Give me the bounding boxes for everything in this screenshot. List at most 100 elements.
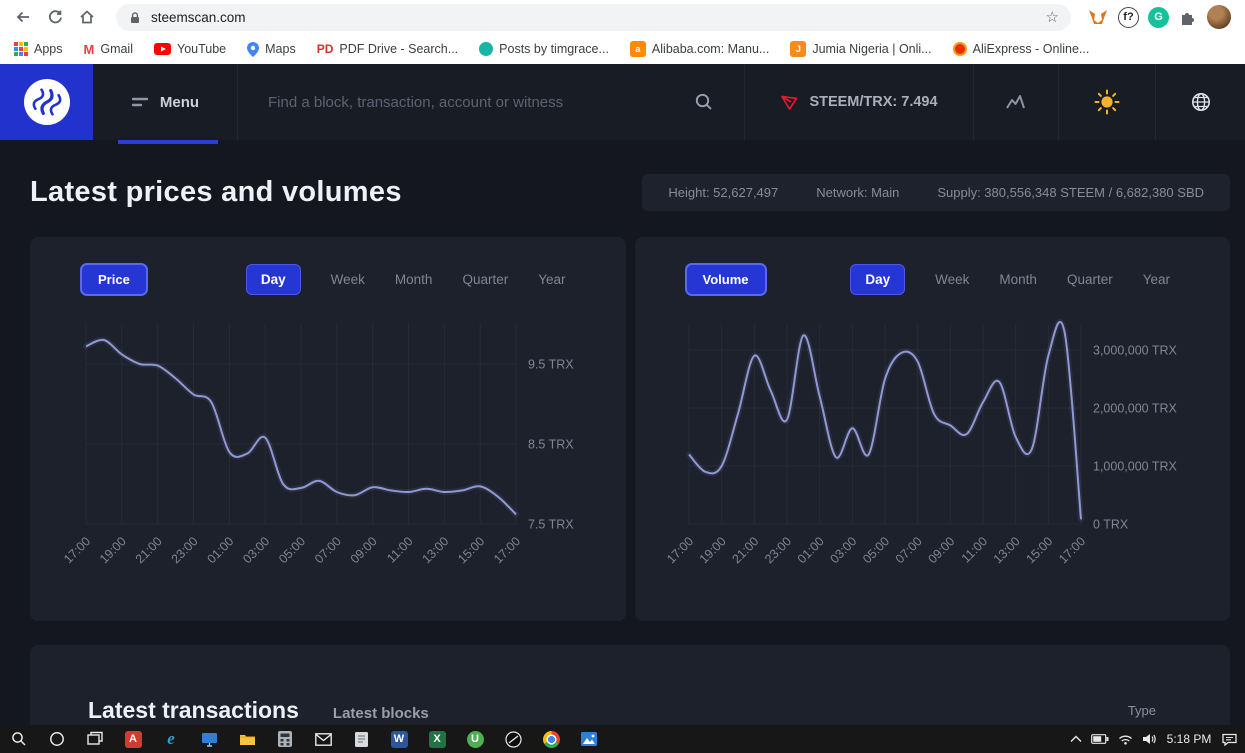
stat-network: Network: Main — [816, 185, 900, 200]
youtube-icon — [154, 43, 171, 55]
svg-text:9.5 TRX: 9.5 TRX — [528, 358, 574, 372]
f-extension-icon[interactable]: f? — [1118, 6, 1139, 28]
grammarly-icon[interactable]: G — [1148, 6, 1169, 28]
calculator-icon — [278, 731, 292, 747]
bookmark-alibaba[interactable]: a Alibaba.com: Manu... — [629, 41, 769, 57]
taskbar-app-display[interactable] — [190, 725, 228, 753]
volume-button[interactable]: Volume — [684, 263, 767, 296]
extension-area: f? G — [1087, 5, 1235, 29]
mail-icon — [314, 732, 332, 746]
teal-site-icon — [479, 42, 494, 56]
metamask-icon[interactable] — [1087, 7, 1109, 27]
stats-nav-button[interactable] — [973, 64, 1058, 140]
taskbar-app-excel[interactable]: X — [418, 725, 456, 753]
svg-text:0 TRX: 0 TRX — [1093, 518, 1129, 532]
bookmark-maps[interactable]: Maps — [247, 41, 296, 57]
ticker-value: STEEM/TRX: 7.494 — [809, 94, 938, 110]
bookmark-label: Maps — [265, 42, 296, 56]
home-icon[interactable] — [74, 4, 100, 30]
menu-button[interactable]: Menu — [93, 64, 237, 140]
action-center-icon[interactable] — [1222, 733, 1237, 746]
theme-toggle-button[interactable] — [1058, 64, 1155, 140]
svg-text:13:00: 13:00 — [990, 534, 1022, 566]
tray-expand-icon[interactable] — [1070, 735, 1082, 743]
search-area — [237, 64, 745, 140]
taskbar-app-file-explorer[interactable] — [228, 725, 266, 753]
page-header: Latest prices and volumes Height: 52,627… — [0, 140, 1245, 237]
bookmark-pdf-drive[interactable]: PD PDF Drive - Search... — [317, 42, 458, 56]
svg-text:03:00: 03:00 — [827, 534, 859, 566]
taskbar-app-obs[interactable] — [494, 725, 532, 753]
browser-toolbar: steemscan.com ☆ f? G — [0, 0, 1245, 34]
bookmark-star-icon[interactable]: ☆ — [1046, 8, 1059, 26]
network-icon[interactable] — [1118, 734, 1133, 745]
price-button[interactable]: Price — [80, 263, 148, 296]
search-icon — [12, 732, 26, 746]
chart-icon — [1006, 95, 1025, 109]
tab-week[interactable]: Week — [331, 272, 365, 287]
url-text[interactable]: steemscan.com — [151, 10, 1037, 25]
taskbar-app-utorrent[interactable]: U — [456, 725, 494, 753]
battery-icon[interactable] — [1091, 734, 1109, 744]
tab-quarter[interactable]: Quarter — [462, 272, 508, 287]
taskbar-app-calculator[interactable] — [266, 725, 304, 753]
tab-week[interactable]: Week — [935, 272, 969, 287]
taskbar-clock[interactable]: 5:18 PM — [1165, 732, 1213, 746]
svg-text:01:00: 01:00 — [794, 534, 826, 566]
bookmark-youtube[interactable]: YouTube — [154, 42, 226, 56]
bookmark-timgrace[interactable]: Posts by timgrace... — [479, 42, 609, 56]
type-column-header: Type — [1127, 703, 1156, 718]
bookmark-aliexpress[interactable]: AliExpress - Online... — [952, 42, 1089, 56]
taskbar-app-anydesk[interactable]: A — [114, 725, 152, 753]
profile-avatar[interactable] — [1207, 5, 1231, 29]
search-icon[interactable] — [694, 92, 714, 112]
page-title: Latest prices and volumes — [30, 176, 402, 208]
windows-taskbar: A e W X U 5:18 PM — [0, 725, 1245, 753]
svg-text:03:00: 03:00 — [240, 534, 272, 566]
tab-month[interactable]: Month — [999, 272, 1037, 287]
tron-icon — [781, 95, 798, 110]
latest-transactions-title[interactable]: Latest transactions — [88, 697, 299, 724]
language-button[interactable] — [1155, 64, 1245, 140]
tab-year[interactable]: Year — [1143, 272, 1170, 287]
volume-range-tabs: Day Week Month Quarter Year — [850, 264, 1170, 295]
address-bar[interactable]: steemscan.com ☆ — [116, 3, 1071, 31]
cortana-button[interactable] — [38, 725, 76, 753]
steem-logo-circle — [23, 79, 70, 125]
latest-blocks-link[interactable]: Latest blocks — [333, 705, 429, 722]
bookmark-jumia[interactable]: J Jumia Nigeria | Onli... — [790, 41, 932, 57]
svg-text:19:00: 19:00 — [97, 534, 129, 566]
bookmark-label: YouTube — [177, 42, 227, 56]
tab-day[interactable]: Day — [245, 264, 301, 295]
back-icon[interactable] — [10, 4, 36, 30]
taskbar-app-edge[interactable]: e — [152, 725, 190, 753]
steem-logo[interactable] — [0, 64, 93, 140]
taskbar-app-photos[interactable] — [570, 725, 608, 753]
bookmark-gmail[interactable]: M Gmail — [84, 42, 134, 57]
extensions-puzzle-icon[interactable] — [1178, 7, 1198, 27]
svg-text:07:00: 07:00 — [892, 534, 924, 566]
tab-year[interactable]: Year — [538, 272, 565, 287]
taskbar-app-word[interactable]: W — [380, 725, 418, 753]
taskbar-app-mail[interactable] — [304, 725, 342, 753]
tab-day[interactable]: Day — [850, 264, 906, 295]
taskbar-search-button[interactable] — [0, 725, 38, 753]
volume-icon[interactable] — [1142, 733, 1156, 745]
price-range-tabs: Day Week Month Quarter Year — [245, 264, 566, 295]
latest-activity-card: Latest transactions Latest blocks Type — [30, 645, 1230, 725]
bookmark-label: Jumia Nigeria | Onli... — [812, 42, 932, 56]
svg-text:1,000,000 TRX: 1,000,000 TRX — [1093, 459, 1178, 473]
network-stats-bar: Height: 52,627,497 Network: Main Supply:… — [642, 174, 1230, 211]
svg-text:09:00: 09:00 — [925, 534, 957, 566]
task-view-button[interactable] — [76, 725, 114, 753]
tab-month[interactable]: Month — [395, 272, 433, 287]
taskbar-app-chrome[interactable] — [532, 725, 570, 753]
search-input[interactable] — [268, 93, 680, 111]
tab-quarter[interactable]: Quarter — [1067, 272, 1113, 287]
svg-text:7.5 TRX: 7.5 TRX — [528, 518, 574, 532]
gmail-icon: M — [83, 41, 95, 57]
taskbar-app-notes[interactable] — [342, 725, 380, 753]
lock-icon — [131, 11, 139, 23]
reload-icon[interactable] — [42, 4, 68, 30]
bookmark-apps[interactable]: Apps — [14, 42, 63, 56]
